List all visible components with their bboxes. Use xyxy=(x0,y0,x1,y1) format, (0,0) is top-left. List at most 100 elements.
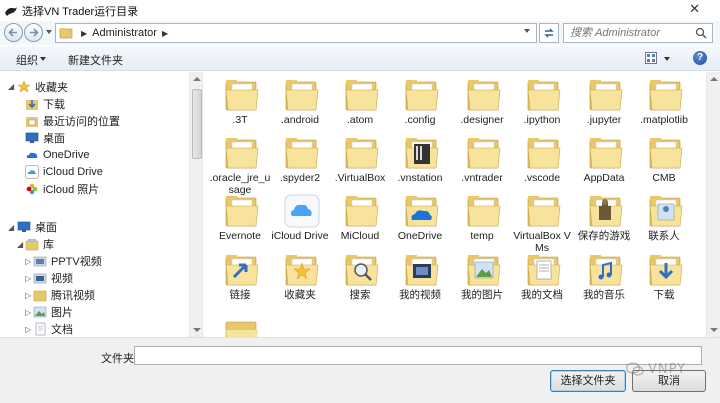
address-history-dropdown[interactable] xyxy=(524,29,530,33)
nav-item-onedrive[interactable]: OneDrive xyxy=(25,147,89,163)
file-item[interactable]: CMB xyxy=(632,134,696,194)
file-item[interactable]: VirtualBox VMs xyxy=(510,192,574,254)
file-item[interactable]: .atom xyxy=(328,76,392,136)
file-item[interactable]: 收藏夹 xyxy=(268,251,332,311)
nav-item-desktop[interactable]: 桌面 xyxy=(25,130,65,146)
file-item[interactable]: .designer xyxy=(450,76,514,136)
file-item[interactable]: .vnstation xyxy=(388,134,452,194)
help-icon[interactable]: ? xyxy=(693,51,707,65)
recent-locations-dropdown[interactable] xyxy=(46,30,52,34)
file-item-label: .jupyter xyxy=(586,114,622,126)
file-item[interactable]: 链接 xyxy=(208,251,272,311)
expand-pptv-icon[interactable]: ▷ xyxy=(25,257,31,266)
file-item[interactable]: .config xyxy=(388,76,452,136)
pictures-library-icon xyxy=(33,306,47,318)
file-item[interactable]: .3T xyxy=(208,76,272,136)
nav-item-icloud-drive[interactable]: iCloud Drive xyxy=(25,164,103,180)
folder-icon xyxy=(527,196,561,227)
file-item[interactable]: 我的图片 xyxy=(450,251,514,311)
file-item[interactable]: Evernote xyxy=(208,192,272,252)
nav-library-label: 库 xyxy=(43,239,54,251)
folder-name-field[interactable] xyxy=(134,346,702,365)
expand-documents-icon[interactable]: ▷ xyxy=(25,325,31,334)
file-item[interactable]: MiCloud xyxy=(328,192,392,252)
file-item[interactable]: .android xyxy=(268,76,332,136)
nav-favorites[interactable]: 收藏夹 xyxy=(17,79,68,95)
breadcrumb-administrator[interactable]: Administrator xyxy=(92,27,157,39)
file-item-label: 我的图片 xyxy=(461,289,503,301)
scroll-thumb[interactable] xyxy=(192,89,202,159)
file-item[interactable]: iCloud Drive xyxy=(268,192,332,252)
search-icon[interactable] xyxy=(695,27,707,39)
file-item[interactable]: 我的文档 xyxy=(510,251,574,311)
back-button[interactable] xyxy=(4,23,23,42)
collapse-favorites-icon[interactable]: ◢ xyxy=(8,82,14,91)
scroll-down-arrow[interactable] xyxy=(710,328,718,332)
new-folder-button[interactable]: 新建文件夹 xyxy=(68,52,123,68)
nav-desktop-root[interactable]: 桌面 xyxy=(17,219,57,235)
file-item[interactable]: OneDrive xyxy=(388,192,452,252)
nav-item-downloads[interactable]: 下载 xyxy=(25,96,65,112)
file-item-label: AppData xyxy=(583,172,625,184)
nav-item-tencent-video[interactable]: 腾讯视频 xyxy=(33,287,95,303)
nav-item-recent-places[interactable]: 最近访问的位置 xyxy=(25,113,120,129)
file-item[interactable]: .jupyter xyxy=(572,76,636,136)
file-item[interactable]: 搜索 xyxy=(328,251,392,311)
search-box[interactable] xyxy=(563,23,713,43)
nav-item-pictures[interactable]: 图片 xyxy=(33,304,73,320)
address-bar[interactable]: ▶ Administrator ▶ xyxy=(55,23,537,43)
file-list-scrollbar[interactable] xyxy=(706,72,720,337)
change-view-icon[interactable] xyxy=(645,52,657,64)
file-item[interactable]: temp xyxy=(450,192,514,252)
expand-videos-icon[interactable]: ▷ xyxy=(25,274,31,283)
select-folder-button[interactable]: 选择文件夹 xyxy=(550,370,626,392)
nav-item-videos[interactable]: 视频 xyxy=(33,270,73,286)
file-item[interactable]: 保存的游戏 xyxy=(572,192,636,252)
file-item[interactable]: .ipython xyxy=(510,76,574,136)
file-item-label: .3T xyxy=(232,114,248,126)
file-item[interactable]: 下载 xyxy=(632,251,696,311)
nav-item-label: 最近访问的位置 xyxy=(43,116,120,128)
saved-games-icon xyxy=(589,196,623,227)
refresh-button[interactable] xyxy=(539,23,559,43)
scroll-down-arrow[interactable] xyxy=(193,328,201,332)
file-item[interactable]: 我的视频 xyxy=(388,251,452,311)
breadcrumb-separator[interactable]: ▶ xyxy=(81,29,87,38)
collapse-desktop-icon[interactable]: ◢ xyxy=(8,223,14,232)
wechat-icon xyxy=(626,362,644,376)
scroll-up-arrow[interactable] xyxy=(193,77,201,81)
file-item[interactable]: .VirtualBox xyxy=(328,134,392,194)
navigation-scrollbar[interactable] xyxy=(189,72,202,337)
nav-item-pptv[interactable]: PPTV视频 xyxy=(33,253,102,269)
file-item[interactable]: .matplotlib xyxy=(632,76,696,136)
file-item[interactable]: .oracle_jre_usage xyxy=(208,134,272,196)
file-item[interactable]: AppData xyxy=(572,134,636,194)
organize-menu[interactable]: 组织 xyxy=(16,52,38,68)
file-item[interactable]: .vscode xyxy=(510,134,574,194)
nav-library[interactable]: 库 xyxy=(25,236,54,252)
file-item[interactable]: .vntrader xyxy=(450,134,514,194)
onedrive-cloud-icon xyxy=(26,152,38,158)
view-options-dropdown[interactable] xyxy=(664,57,670,61)
navigation-pane: ◢ 收藏夹 下载 最近访问的位置 桌面 OneDrive iCloud Driv… xyxy=(0,72,203,337)
expand-pictures-icon[interactable]: ▷ xyxy=(25,308,31,317)
file-item[interactable]: 联系人 xyxy=(632,192,696,252)
chevron-down-icon[interactable] xyxy=(40,57,46,61)
file-item-partial[interactable] xyxy=(208,316,272,337)
nav-item-documents[interactable]: 文档 xyxy=(33,321,73,337)
collapse-library-icon[interactable]: ◢ xyxy=(17,240,23,249)
file-item-label: 我的音乐 xyxy=(583,289,625,301)
file-item-label: .android xyxy=(281,114,319,126)
scroll-up-arrow[interactable] xyxy=(710,77,718,81)
search-input[interactable] xyxy=(564,24,689,42)
file-item-label: .spyder2 xyxy=(279,172,321,184)
nav-item-icloud-photos[interactable]: iCloud 照片 xyxy=(25,181,99,197)
expand-tencent-video-icon[interactable]: ▷ xyxy=(25,291,31,300)
file-item-label: .vscode xyxy=(523,172,561,184)
file-item[interactable]: 我的音乐 xyxy=(572,251,636,311)
file-item[interactable]: .spyder2 xyxy=(268,134,332,194)
command-toolbar: 组织 新建文件夹 ? xyxy=(0,46,720,71)
breadcrumb-separator[interactable]: ▶ xyxy=(162,29,168,38)
forward-button[interactable] xyxy=(24,23,43,42)
close-button[interactable]: ✕ xyxy=(689,2,700,17)
